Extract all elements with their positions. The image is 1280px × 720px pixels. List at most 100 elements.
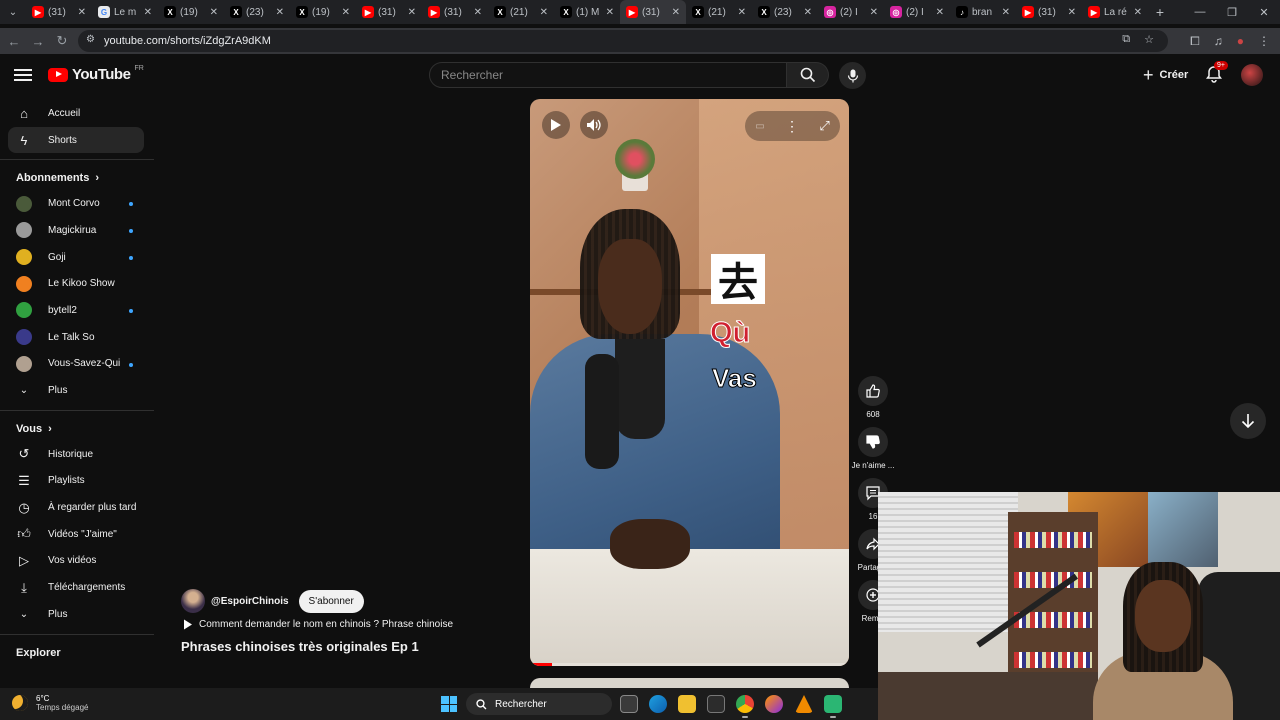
you-more[interactable]: ⌄ Plus [0,601,154,628]
close-tab-icon[interactable]: ✕ [78,7,86,18]
browser-tab[interactable]: X (1) M ✕ [554,0,620,24]
edge-icon[interactable] [649,695,667,713]
sidebar-item-historique[interactable]: ↺ Historique [0,441,154,468]
more-options-icon[interactable]: ⋮ [785,118,799,135]
reload-icon[interactable]: ↻ [50,29,74,53]
browser-tab[interactable]: X (23) ✕ [224,0,290,24]
subscriptions-more[interactable]: ⌄ Plus [0,377,154,404]
sidebar-item-goji[interactable]: Goji [0,244,154,271]
subscribe-button[interactable]: S'abonner [298,589,364,613]
close-tab-icon[interactable]: ✕ [1134,7,1142,18]
fullscreen-icon[interactable]: ⤢ [819,118,829,134]
sidebar-item-playlists[interactable]: ☰ Playlists [0,468,154,495]
browser-tab[interactable]: ▶ (31) ✕ [1016,0,1082,24]
forward-arrow-icon[interactable]: → [26,29,50,53]
you-header[interactable]: Vous › [0,417,154,441]
restore-icon[interactable]: ❐ [1216,0,1248,24]
bookmark-star-icon[interactable]: ☆ [1144,33,1154,46]
search-input[interactable]: Rechercher [429,62,787,88]
sound-row[interactable]: Comment demander le nom en chinois ? Phr… [183,619,453,630]
sidebar-item-le-kikoo-show[interactable]: Le Kikoo Show [0,270,154,297]
video-progress-bar[interactable] [530,663,849,666]
volume-button[interactable] [580,111,608,139]
close-tab-icon[interactable]: ✕ [540,7,548,18]
channel-avatar[interactable] [181,589,205,613]
sidebar-item-accueil[interactable]: ⌂ Accueil [0,100,154,127]
youtube-logo[interactable]: YouTube FR [48,65,144,83]
close-tab-icon[interactable]: ✕ [144,7,152,18]
extensions-icon[interactable]: ⧠ [1190,34,1200,49]
media-controls-icon[interactable]: ♫ [1214,34,1223,48]
chrome-icon[interactable] [736,695,754,718]
weather-widget[interactable]: 6°C Temps dégagé [12,694,88,712]
firefox-icon[interactable] [765,695,783,713]
browser-tab[interactable]: ♪ bran ✕ [950,0,1016,24]
sidebar-item-le-talk-so[interactable]: Le Talk So [0,324,154,351]
install-app-icon[interactable]: ⧉ [1122,33,1130,46]
profile-icon[interactable]: ● [1237,34,1244,48]
close-tab-icon[interactable]: ✕ [606,7,614,18]
close-window-icon[interactable]: ✕ [1248,0,1280,24]
sidebar-item-mont-corvo[interactable]: Mont Corvo [0,190,154,217]
close-tab-icon[interactable]: ✕ [672,7,680,18]
browser-tab[interactable]: ▶ (31) ✕ [620,0,686,24]
tab-search-icon[interactable]: ⌄ [0,0,26,24]
close-tab-icon[interactable]: ✕ [210,7,218,18]
sidebar-item-vos-vid-os[interactable]: ▷ Vos vidéos [0,548,154,575]
browser-tab[interactable]: X (21) ✕ [488,0,554,24]
close-tab-icon[interactable]: ✕ [1068,7,1076,18]
sidebar-item-vous-savez-qui[interactable]: Vous-Savez-Qui [0,351,154,378]
sidebar-item-vid-os-j-aime[interactable]: 👍︎ Vidéos "J'aime" [0,521,154,548]
browser-tab[interactable]: ▶ (31) ✕ [26,0,92,24]
close-tab-icon[interactable]: ✕ [474,7,482,18]
browser-tab[interactable]: X (19) ✕ [290,0,356,24]
windows-start-icon[interactable] [441,696,457,712]
sidebar-item-magickirua[interactable]: Magickirua [0,217,154,244]
menu-hamburger-icon[interactable] [14,66,32,82]
close-tab-icon[interactable]: ✕ [408,7,416,18]
create-button[interactable]: + Créer [1135,64,1196,86]
sidebar-item-regarder-plus-tard[interactable]: ◷ À regarder plus tard [0,494,154,521]
browser-tab[interactable]: ◎ (2) I ✕ [818,0,884,24]
close-tab-icon[interactable]: ✕ [804,7,812,18]
close-tab-icon[interactable]: ✕ [1002,7,1010,18]
new-tab-button[interactable]: + [1148,4,1172,20]
task-view-icon[interactable] [620,695,638,713]
subscriptions-header[interactable]: Abonnements › [0,166,154,190]
like-button[interactable] [858,376,888,406]
browser-tab[interactable]: ▶ La ré ✕ [1082,0,1148,24]
dislike-button[interactable] [858,427,888,457]
browser-tab[interactable]: ◎ (2) I ✕ [884,0,950,24]
voice-search-button[interactable] [839,62,866,89]
browser-tab[interactable]: X (19) ✕ [158,0,224,24]
browser-tab[interactable]: ▶ (31) ✕ [356,0,422,24]
browser-tab[interactable]: ▶ (31) ✕ [422,0,488,24]
browser-menu-icon[interactable]: ⋮ [1258,34,1270,48]
browser-tab[interactable]: X (21) ✕ [686,0,752,24]
sidebar-item-t-l-chargements[interactable]: ⤓ Téléchargements [0,574,154,601]
close-tab-icon[interactable]: ✕ [276,7,284,18]
browser-tab[interactable]: X (23) ✕ [752,0,818,24]
sidebar-item-shorts[interactable]: ϟ Shorts [8,126,144,154]
sidebar-item-bytell2[interactable]: bytell2 [0,297,154,324]
next-short-button[interactable] [1230,403,1266,439]
minimize-icon[interactable]: — [1184,0,1216,24]
short-title[interactable]: Phrases chinoises très originales Ep 1 [181,639,419,654]
close-tab-icon[interactable]: ✕ [738,7,746,18]
store-icon[interactable] [707,695,725,713]
vlc-icon[interactable] [795,695,813,713]
url-bar[interactable]: ⚙ youtube.com/shorts/iZdgZrA9dKM ⧉ ☆ [78,30,1168,52]
file-explorer-icon[interactable] [678,695,696,713]
short-video-player[interactable]: 去 Qù Vas ▭ ⋮ ⤢ [530,99,849,666]
app-green-icon[interactable] [824,695,842,718]
taskbar-search[interactable]: Rechercher [466,693,612,715]
close-tab-icon[interactable]: ✕ [936,7,944,18]
site-info-icon[interactable]: ⚙ [86,34,95,45]
captions-icon[interactable]: ▭ [755,121,764,132]
back-arrow-icon[interactable]: ← [2,29,26,53]
close-tab-icon[interactable]: ✕ [342,7,350,18]
close-tab-icon[interactable]: ✕ [870,7,878,18]
browser-tab[interactable]: G Le m ✕ [92,0,158,24]
play-button[interactable] [542,111,570,139]
account-avatar[interactable] [1241,64,1263,86]
